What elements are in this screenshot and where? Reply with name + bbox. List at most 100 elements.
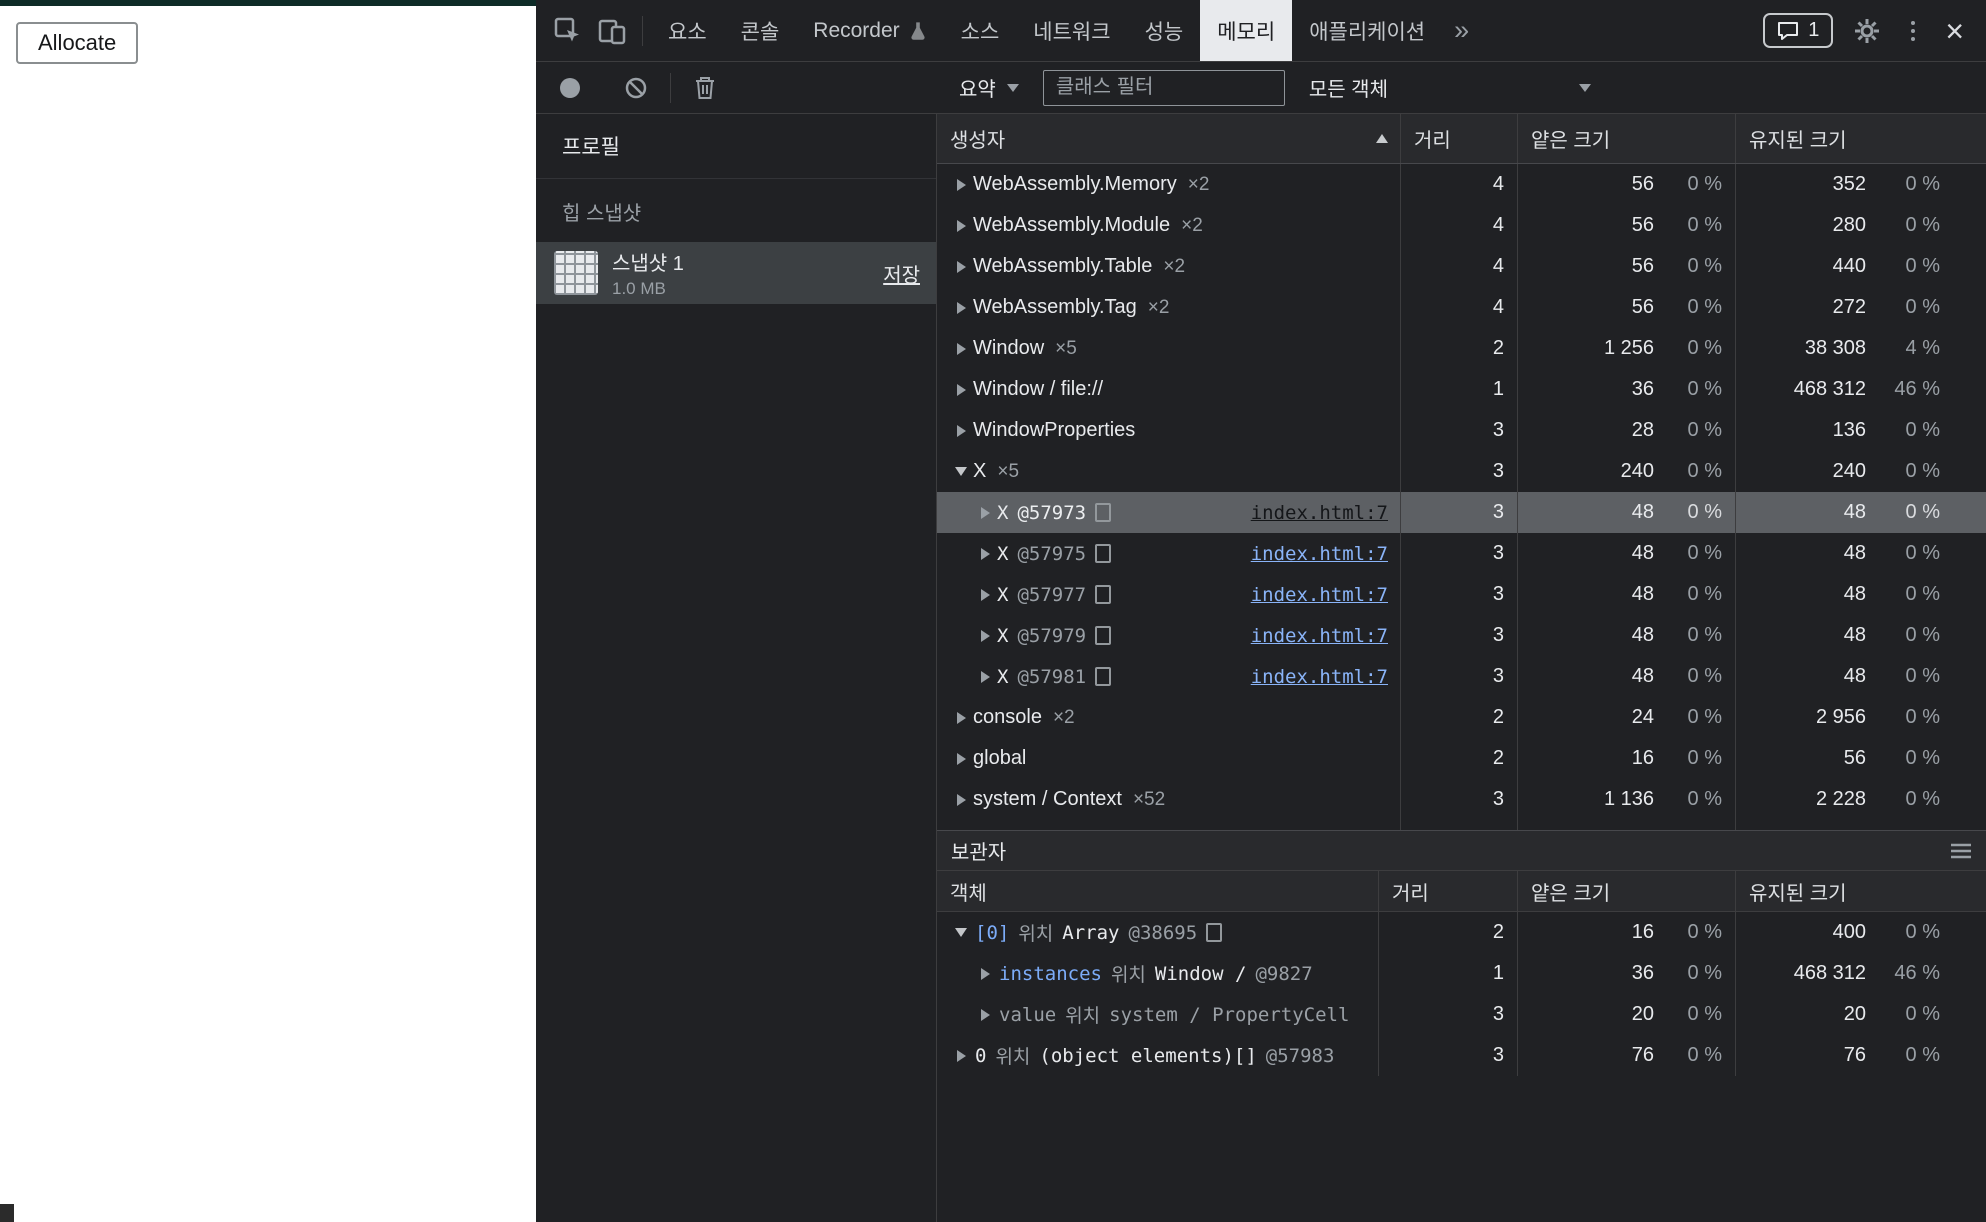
more-tabs-button[interactable]: » (1442, 15, 1481, 46)
header-object[interactable]: 객체 (937, 871, 1379, 911)
class-filter-input[interactable] (1043, 70, 1285, 106)
tab-recorder[interactable]: Recorder (796, 0, 943, 61)
device-toolbar-button[interactable] (590, 9, 634, 53)
heap-snapshots-section-title: 힙 스냅샷 (536, 179, 936, 242)
instance-count: ×2 (1188, 174, 1210, 196)
page-top-strip (0, 0, 536, 6)
chevron-down-icon (1579, 84, 1591, 92)
table-row[interactable]: console×2 2 240 % 2 9560 % (937, 697, 1986, 738)
header-retained-size[interactable]: 유지된 크기 (1736, 871, 1986, 911)
page-content: Allocate (0, 0, 536, 1222)
gear-icon (1853, 17, 1881, 45)
disclosure-triangle-icon[interactable] (949, 205, 973, 246)
retainer-row[interactable]: 0위치(object elements)[]@57983 3 760 % 760… (937, 1035, 1986, 1076)
clear-profiles-button[interactable] (624, 76, 648, 100)
hamburger-menu-icon[interactable] (1950, 843, 1972, 859)
disclosure-triangle-icon[interactable] (949, 164, 973, 205)
shallow-size-value: 56 (1632, 173, 1654, 196)
object-address: @57973 (1017, 502, 1086, 524)
table-row-selected[interactable]: X@57973index.html:7 3 480 % 480 % (937, 492, 1986, 533)
source-link[interactable]: index.html:7 (1251, 502, 1400, 524)
issues-badge[interactable]: 1 (1763, 13, 1833, 48)
source-link[interactable]: index.html:7 (1251, 625, 1400, 647)
disclosure-triangle-icon[interactable] (949, 779, 973, 820)
tab-sources[interactable]: 소스 (944, 0, 1017, 61)
source-link[interactable]: index.html:7 (1251, 666, 1400, 688)
disclosure-triangle-icon[interactable] (973, 492, 997, 533)
table-row[interactable]: system / Context×52 3 1 1360 % 2 2280 % (937, 779, 1986, 820)
snapshot-thumbnail (554, 251, 598, 295)
retained-size-percent: 0 % (1866, 173, 1940, 196)
disclosure-triangle-icon[interactable] (949, 369, 973, 410)
table-row[interactable]: system / JSArrayBufferData 4 400 % 400 % (937, 820, 1986, 830)
disclosure-triangle-icon[interactable] (973, 574, 997, 615)
record-heap-snapshot-icon[interactable] (560, 78, 580, 98)
tab-application[interactable]: 애플리케이션 (1292, 0, 1442, 61)
snapshot-name: 스냅샷 1 (612, 247, 684, 276)
retainers-pane: 보관자 객체 거리 얕은 크기 유지된 크기 [0]위치Array@3 (937, 830, 1986, 1222)
disclosure-triangle-icon[interactable] (973, 533, 997, 574)
snapshot-list-item[interactable]: 스냅샷 1 1.0 MB 저장 (536, 242, 936, 304)
disclosure-triangle-icon[interactable] (949, 287, 973, 328)
disclosure-triangle-icon[interactable] (949, 1035, 973, 1076)
retainer-row[interactable]: [0]위치Array@38695 2 160 % 4000 % (937, 912, 1986, 953)
disclosure-triangle-icon[interactable] (973, 953, 997, 994)
page-bottom-notch (0, 1204, 14, 1222)
table-row[interactable]: X@57977index.html:7 3 480 % 480 % (937, 574, 1986, 615)
disclosure-triangle-icon[interactable] (949, 246, 973, 287)
header-distance[interactable]: 거리 (1401, 114, 1518, 163)
disclosure-triangle-icon[interactable] (973, 615, 997, 656)
perspective-select[interactable]: 요약 (937, 73, 1019, 102)
disclosure-triangle-icon[interactable] (949, 912, 973, 953)
save-snapshot-link[interactable]: 저장 (883, 259, 920, 288)
table-row[interactable]: Window×5 2 1 2560 % 38 3084 % (937, 328, 1986, 369)
source-link[interactable]: index.html:7 (1251, 543, 1400, 565)
kebab-menu-icon[interactable] (1901, 21, 1925, 41)
disclosure-triangle-icon[interactable] (973, 656, 997, 697)
disclosure-triangle-icon[interactable] (949, 410, 973, 451)
retainer-row[interactable]: value위치system / PropertyCell 3 200 % 200… (937, 994, 1986, 1035)
settings-button[interactable] (1845, 9, 1889, 53)
disclosure-triangle-icon[interactable] (949, 820, 973, 830)
table-row[interactable]: X@57981index.html:7 3 480 % 480 % (937, 656, 1986, 697)
table-row[interactable]: X@57975index.html:7 3 480 % 480 % (937, 533, 1986, 574)
tab-memory[interactable]: 메모리 (1200, 0, 1292, 61)
close-icon[interactable]: × (1937, 15, 1972, 47)
disclosure-triangle-icon[interactable] (973, 994, 997, 1035)
table-row[interactable]: WebAssembly.Memory×2 4 560 % 3520 % (937, 164, 1986, 205)
disclosure-triangle-icon[interactable] (949, 328, 973, 369)
table-row[interactable]: WebAssembly.Module×2 4 560 % 2800 % (937, 205, 1986, 246)
object-scope-select[interactable]: 모든 객체 (1309, 73, 1591, 102)
tab-elements[interactable]: 요소 (651, 0, 724, 61)
header-distance[interactable]: 거리 (1379, 871, 1518, 911)
object-box-icon (1095, 585, 1111, 604)
source-link[interactable]: index.html:7 (1251, 584, 1400, 606)
table-row[interactable]: X@57979index.html:7 3 480 % 480 % (937, 615, 1986, 656)
table-row[interactable]: WebAssembly.Tag×2 4 560 % 2720 % (937, 287, 1986, 328)
disclosure-triangle-icon[interactable] (949, 697, 973, 738)
tab-performance[interactable]: 성능 (1128, 0, 1201, 61)
table-row[interactable]: X×5 3 2400 % 2400 % (937, 451, 1986, 492)
inspect-element-button[interactable] (546, 9, 590, 53)
table-row[interactable]: global 2 160 % 560 % (937, 738, 1986, 779)
clear-icon (624, 76, 648, 100)
disclosure-triangle-icon[interactable] (949, 451, 973, 492)
tab-console[interactable]: 콘솔 (724, 0, 797, 61)
table-row[interactable]: WindowProperties 3 280 % 1360 % (937, 410, 1986, 451)
delete-profile-button[interactable] (693, 75, 717, 101)
retainer-row[interactable]: instances위치Window /@9827 1 360 % 468 312… (937, 953, 1986, 994)
edge-name: [0] (975, 922, 1009, 944)
device-toolbar-icon (597, 16, 627, 46)
header-shallow-size[interactable]: 얕은 크기 (1518, 871, 1736, 911)
retainers-table-body: [0]위치Array@38695 2 160 % 4000 % instance… (937, 912, 1986, 1222)
disclosure-triangle-icon[interactable] (949, 738, 973, 779)
retainers-titlebar: 보관자 (937, 831, 1986, 871)
header-retained-size[interactable]: 유지된 크기 (1736, 114, 1986, 163)
header-constructor[interactable]: 생성자 (937, 114, 1401, 163)
tab-network[interactable]: 네트워크 (1016, 0, 1127, 61)
table-row[interactable]: WebAssembly.Table×2 4 560 % 4400 % (937, 246, 1986, 287)
profiles-sidebar: 프로필 힙 스냅샷 스냅샷 1 1.0 MB 저장 (536, 114, 937, 1222)
header-shallow-size[interactable]: 얕은 크기 (1518, 114, 1736, 163)
allocate-button[interactable]: Allocate (16, 22, 138, 64)
table-row[interactable]: Window / file:// 1 360 % 468 31246 % (937, 369, 1986, 410)
